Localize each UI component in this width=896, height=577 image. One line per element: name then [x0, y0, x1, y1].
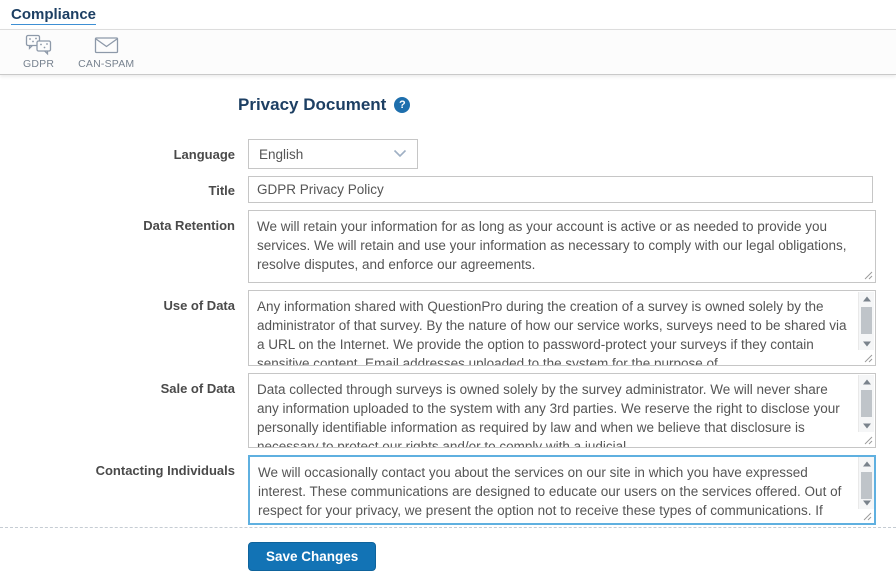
help-icon[interactable]: ?: [394, 97, 410, 113]
tab-can-spam[interactable]: CAN-SPAM: [69, 31, 143, 73]
envelope-icon: [94, 34, 119, 56]
contacting-individuals-row: Contacting Individuals We will occasiona…: [0, 455, 896, 525]
data-retention-label: Data Retention: [0, 210, 235, 233]
privacy-document-form: Language English Title Data Retention We…: [0, 139, 896, 525]
sale-of-data-label: Sale of Data: [0, 373, 235, 396]
gdpr-bubbles-icon: [25, 34, 52, 56]
scrollbar-thumb[interactable]: [861, 390, 872, 417]
page-title-row: Privacy Document ?: [238, 95, 896, 115]
scrollbar[interactable]: [858, 457, 874, 509]
language-label: Language: [0, 139, 235, 162]
contacting-individuals-textarea[interactable]: We will occasionally contact you about t…: [248, 455, 876, 525]
scrollbar-thumb[interactable]: [861, 472, 872, 499]
data-retention-row: Data Retention We will retain your infor…: [0, 210, 896, 283]
use-of-data-label: Use of Data: [0, 290, 235, 313]
scroll-down-arrow-icon[interactable]: [859, 419, 874, 432]
sale-of-data-text: Data collected through surveys is owned …: [249, 374, 875, 448]
language-select-value: English: [259, 147, 303, 162]
scrollbar[interactable]: [858, 375, 874, 432]
resize-grip-icon[interactable]: [861, 268, 874, 281]
tab-gdpr-label: GDPR: [23, 58, 54, 70]
use-of-data-text: Any information shared with QuestionPro …: [249, 291, 875, 366]
resize-grip-icon[interactable]: [860, 509, 873, 522]
chevron-down-icon: [393, 145, 407, 163]
use-of-data-textarea[interactable]: Any information shared with QuestionPro …: [248, 290, 876, 366]
use-of-data-row: Use of Data Any information shared with …: [0, 290, 896, 366]
scroll-up-arrow-icon[interactable]: [859, 457, 874, 470]
data-retention-textarea[interactable]: We will retain your information for as l…: [248, 210, 876, 283]
scroll-down-arrow-icon[interactable]: [859, 337, 874, 350]
resize-grip-icon[interactable]: [861, 433, 874, 446]
scrollbar[interactable]: [858, 292, 874, 350]
save-changes-button[interactable]: Save Changes: [248, 542, 376, 571]
contacting-individuals-text: We will occasionally contact you about t…: [250, 457, 874, 525]
title-row: Title: [0, 176, 896, 203]
title-input[interactable]: [248, 176, 873, 203]
breadcrumb: Compliance: [0, 0, 896, 29]
compliance-link[interactable]: Compliance: [11, 6, 96, 25]
contacting-individuals-label: Contacting Individuals: [0, 455, 235, 478]
scroll-up-arrow-icon[interactable]: [859, 375, 874, 388]
language-select[interactable]: English: [248, 139, 418, 169]
scroll-up-arrow-icon[interactable]: [859, 292, 874, 305]
scrollbar-thumb[interactable]: [861, 307, 872, 334]
tab-gdpr[interactable]: GDPR: [14, 31, 63, 73]
compliance-toolbar: GDPR CAN-SPAM: [0, 29, 896, 75]
resize-grip-icon[interactable]: [861, 351, 874, 364]
language-row: Language English: [0, 139, 896, 169]
title-label: Title: [0, 176, 235, 198]
divider: [0, 527, 896, 528]
tab-can-spam-label: CAN-SPAM: [78, 58, 134, 70]
sale-of-data-row: Sale of Data Data collected through surv…: [0, 373, 896, 448]
sale-of-data-textarea[interactable]: Data collected through surveys is owned …: [248, 373, 876, 448]
page-title: Privacy Document: [238, 95, 386, 115]
data-retention-text: We will retain your information for as l…: [249, 211, 875, 274]
scroll-down-arrow-icon[interactable]: [859, 496, 874, 509]
